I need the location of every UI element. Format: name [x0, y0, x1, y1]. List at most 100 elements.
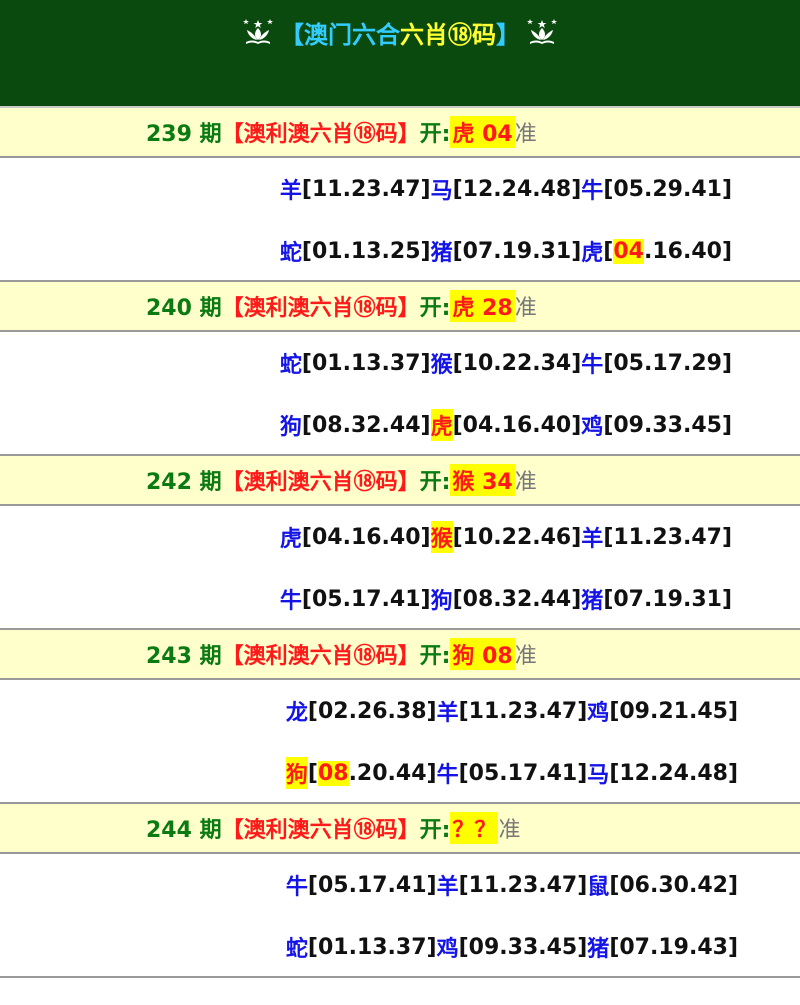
prediction-line: 羊[11.23.47] 马[12.24.48] 牛[05.29.41] [0, 158, 800, 220]
bracket-open: [ [603, 176, 614, 202]
prediction-line: 牛[05.17.41] 羊[11.23.47] 鼠[06.30.42] [0, 854, 800, 916]
zodiac-sign: 牛 [285, 875, 308, 900]
zodiac-sign: 狗 [430, 589, 453, 614]
bracket-open: [ [609, 872, 620, 898]
number-group: 01.13.37 [311, 350, 421, 376]
header-title-row: 【澳门六合六肖⑱码】 [0, 14, 800, 50]
prediction-list: 239 期【澳利澳六肖⑱码】 开: 虎 04 准羊[11.23.47] 马[12.24.… [0, 108, 800, 978]
zodiac-sign: 狗 [285, 757, 308, 789]
hit-number: 04 [613, 238, 644, 264]
number-group: 05.17.41 [317, 872, 427, 898]
number-group: 01.13.37 [317, 934, 427, 960]
number-group: 04.16.40 [462, 412, 572, 438]
zodiac-sign: 龙 [285, 701, 308, 726]
zodiac-sign: 羊 [436, 875, 459, 900]
bracket-open: [ [609, 934, 620, 960]
prediction-line: 狗[08.32.44] 虎[04.16.40] 鸡[09.33.45] [0, 394, 800, 456]
bracket-close: ] [426, 760, 437, 786]
number-group: 12.24.48 [462, 176, 572, 202]
bracket-close: ] [571, 412, 582, 438]
bracket-open: [ [301, 350, 312, 376]
bracket-close: ] [571, 524, 582, 550]
bracket-close: ] [727, 760, 738, 786]
zodiac-sign: 牛 [279, 589, 302, 614]
bracket-open: [ [301, 412, 312, 438]
bracket-close: ] [721, 176, 732, 202]
prediction-name: 【澳利澳六肖⑱码】 [221, 470, 420, 495]
period-header: 244 期【澳利澳六肖⑱码】 开:？？准 [0, 804, 800, 854]
period-number: 244 期 [146, 818, 222, 843]
bracket-close: ] [426, 698, 437, 724]
prediction-name: 【澳利澳六肖⑱码】 [221, 818, 420, 843]
bracket-close: ] [571, 350, 582, 376]
draw-result: ？？ [450, 812, 499, 844]
open-label: 开: [419, 122, 451, 147]
page-title: 【澳门六合六肖⑱码】 [280, 20, 520, 49]
period-header: 240 期【澳利澳六肖⑱码】 开: 虎 28 准 [0, 282, 800, 332]
open-label: 开: [419, 644, 451, 669]
bracket-open: [ [307, 760, 318, 786]
period-block: 244 期【澳利澳六肖⑱码】 开:？？准牛[05.17.41] 羊[11.23.47… [0, 804, 800, 978]
period-header: 239 期【澳利澳六肖⑱码】 开: 虎 04 准 [0, 108, 800, 158]
number-group: 09.33.45 [468, 934, 578, 960]
bracket-close: ] [721, 238, 732, 264]
bracket-open: [ [452, 586, 463, 612]
accuracy-mark: 准 [514, 296, 537, 321]
accuracy-mark: 准 [514, 122, 537, 147]
bracket-open: [ [609, 698, 620, 724]
bracket-close: ] [727, 872, 738, 898]
zodiac-sign: 猪 [587, 937, 610, 962]
period-header: 242 期【澳利澳六肖⑱码】 开: 猴 34 准 [0, 456, 800, 506]
prediction-line: 蛇[01.13.37] 鸡[09.33.45] 猪[07.19.43] [0, 916, 800, 978]
bracket-close: ] [571, 586, 582, 612]
period-block: 240 期【澳利澳六肖⑱码】 开: 虎 28 准蛇[01.13.37] 猴[10.22.… [0, 282, 800, 456]
open-label: 开: [419, 296, 451, 321]
open-label: 开: [419, 818, 451, 843]
zodiac-sign: 鸡 [581, 415, 604, 440]
draw-result: 虎 04 [450, 116, 515, 148]
number-group: 07.19.43 [619, 934, 728, 960]
zodiac-sign: 蛇 [279, 353, 302, 378]
number-group: 05.17.29 [613, 350, 722, 376]
number-group: 08.32.44 [311, 412, 421, 438]
zodiac-sign: 羊 [581, 527, 604, 552]
macau-lotus-icon [527, 19, 557, 44]
bracket-open: [ [603, 350, 614, 376]
number-rest: .16.40 [643, 238, 722, 264]
prediction-name: 【澳利澳六肖⑱码】 [221, 296, 420, 321]
draw-result: 虎 28 [450, 290, 515, 322]
number-group: 05.17.41 [311, 586, 421, 612]
macau-lotus-icon [243, 19, 273, 44]
bracket-close: ] [727, 698, 738, 724]
zodiac-sign: 羊 [279, 179, 302, 204]
draw-result: 狗 08 [450, 638, 515, 670]
bracket-open: [ [458, 934, 469, 960]
bracket-open: [ [307, 934, 318, 960]
zodiac-sign: 蛇 [279, 241, 302, 266]
number-group: 11.23.47 [613, 524, 722, 550]
bracket-open: [ [301, 176, 312, 202]
number-group: 07.19.31 [613, 586, 722, 612]
bracket-open: [ [603, 238, 614, 264]
number-group: 09.33.45 [613, 412, 722, 438]
prediction-name: 【澳利澳六肖⑱码】 [221, 122, 420, 147]
number-group: 10.22.46 [462, 524, 572, 550]
open-label: 开: [419, 470, 451, 495]
hit-number: 08 [317, 760, 349, 786]
bracket-open: [ [301, 586, 312, 612]
bracket-close: ] [577, 934, 588, 960]
bracket-open: [ [603, 524, 614, 550]
number-rest: .20.44 [348, 760, 427, 786]
zodiac-sign: 猪 [430, 241, 453, 266]
period-number: 240 期 [146, 296, 222, 321]
zodiac-sign: 鸡 [436, 937, 459, 962]
zodiac-sign: 牛 [581, 353, 604, 378]
bracket-open: [ [452, 350, 463, 376]
page-header: 【澳门六合六肖⑱码】 [0, 0, 800, 108]
bracket-open: [ [452, 238, 463, 264]
bracket-open: [ [452, 412, 463, 438]
number-group: 11.23.47 [468, 698, 578, 724]
zodiac-sign: 猴 [430, 521, 453, 553]
accuracy-mark: 准 [498, 818, 521, 843]
bracket-close: ] [721, 350, 732, 376]
